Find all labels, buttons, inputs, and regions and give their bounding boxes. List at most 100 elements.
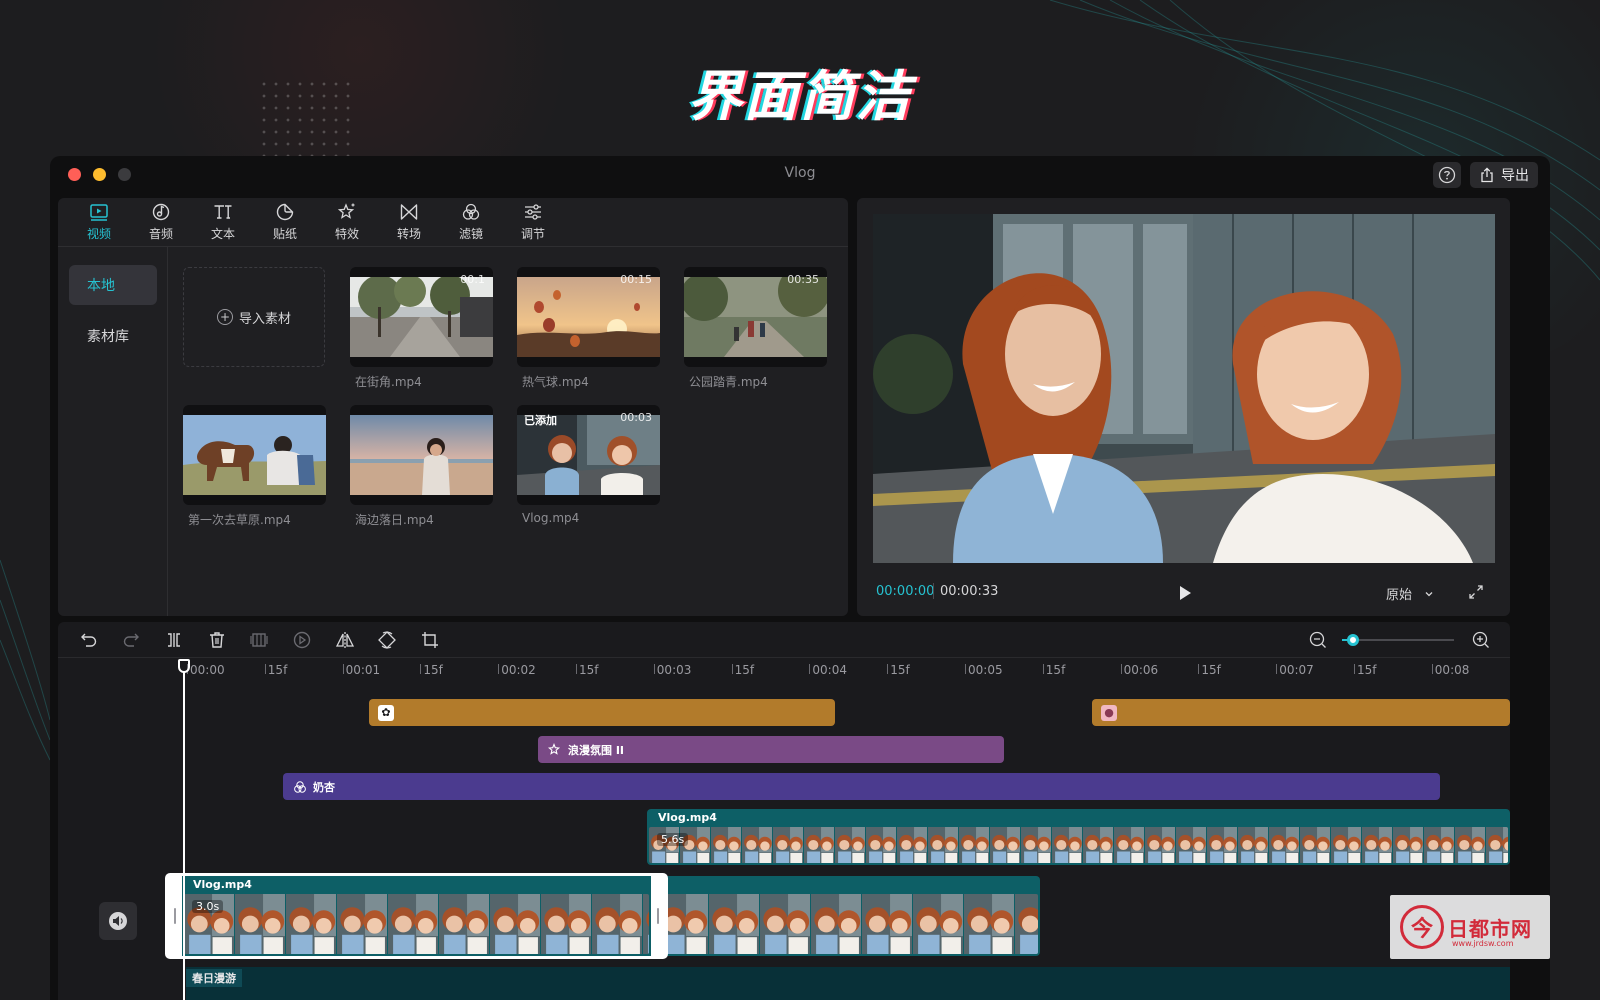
- zoom-slider-knob[interactable]: [1347, 634, 1360, 646]
- media-name: Vlog.mp4: [522, 511, 580, 525]
- app-window: Vlog 导出 视频 音频 文本 贴纸 特效 转场 滤镜 调节 本地 素材库 +…: [50, 156, 1550, 1000]
- timeline-ruler[interactable]: 00:00 15f 00:01 15f 00:02 15f 00:03 15f 00:04 15f…: [58, 659, 1510, 681]
- media-thumbnail: 00:35: [684, 267, 827, 367]
- export-button[interactable]: 导出: [1470, 162, 1538, 188]
- preview-frame-image: [873, 214, 1495, 563]
- filmstrip-frames: [184, 894, 649, 954]
- sparkle-star-icon: [548, 742, 561, 755]
- media-item[interactable]: 海边落日.mp4: [350, 405, 493, 528]
- preview-video: [873, 214, 1495, 563]
- ruler-label: 15f: [1357, 663, 1377, 677]
- filmstrip-frame: [709, 894, 760, 954]
- zoom-out-button[interactable]: [1308, 630, 1328, 650]
- ruler-label: 15f: [734, 663, 755, 677]
- rotate-button[interactable]: [377, 630, 397, 650]
- freeze-frame-button[interactable]: [249, 630, 269, 650]
- ruler-tick: [342, 664, 344, 674]
- filmstrip-frame: [592, 894, 643, 954]
- nav-local[interactable]: 本地: [69, 265, 157, 305]
- watermark-text: 日都市网: [1448, 916, 1532, 941]
- help-button[interactable]: [1433, 162, 1461, 188]
- delete-button[interactable]: [207, 630, 227, 650]
- sticker-clip[interactable]: ●: [1092, 699, 1510, 726]
- ruler-tick: [1198, 664, 1200, 674]
- time-separator: [933, 583, 934, 599]
- play-icon[interactable]: [1175, 583, 1195, 603]
- media-item[interactable]: 第一次去草原.mp4: [183, 405, 326, 528]
- playhead-handle[interactable]: [178, 659, 190, 673]
- media-item[interactable]: 00:35 公园踏青.mp4: [684, 267, 827, 390]
- filmstrip-frame: [835, 827, 866, 863]
- media-duration: 00:1: [460, 273, 485, 286]
- reverse-button[interactable]: [292, 630, 312, 650]
- tab-filter-label: 滤镜: [458, 227, 483, 241]
- tab-effects[interactable]: 特效: [316, 198, 378, 246]
- tab-filter[interactable]: 滤镜: [440, 198, 502, 246]
- aspect-ratio-value: 原始: [1386, 588, 1413, 603]
- current-time: 00:00:00: [876, 584, 935, 599]
- trim-handle-left[interactable]: [168, 876, 182, 956]
- ruler-tick: [576, 664, 577, 674]
- trim-handle-right[interactable]: [651, 876, 665, 956]
- filmstrip-frame: [1424, 827, 1455, 863]
- watermark-logo: 今: [1400, 905, 1444, 949]
- redo-icon: [123, 633, 139, 647]
- media-item[interactable]: 00:15 热气球.mp4: [517, 267, 660, 390]
- tool-tabs: 视频 音频 文本 贴纸 特效 转场 滤镜 调节: [58, 198, 564, 246]
- split-button[interactable]: [164, 630, 184, 650]
- ruler-tick: [809, 664, 811, 674]
- import-media-button[interactable]: + 导入素材: [183, 267, 325, 367]
- filmstrip-frame: [286, 894, 337, 954]
- filmstrip-frame: [1238, 827, 1269, 863]
- tab-sticker[interactable]: 贴纸: [254, 198, 316, 246]
- video-icon: [90, 204, 108, 221]
- tab-adjust[interactable]: 调节: [502, 198, 564, 246]
- overlay-video-clip[interactable]: Vlog.mp4 5.6s: [647, 809, 1510, 865]
- tab-transition[interactable]: 转场: [378, 198, 440, 246]
- track-mute-button[interactable]: [99, 902, 137, 940]
- filmstrip-frame: [811, 894, 862, 954]
- filmstrip-frame: [1176, 827, 1207, 863]
- effect-clip[interactable]: 浪漫氛围 II: [538, 736, 1004, 763]
- media-item[interactable]: 00:1 在街角.mp4: [350, 267, 493, 390]
- tab-effects-label: 特效: [334, 227, 359, 241]
- tabs-divider: [58, 246, 848, 247]
- ruler-label: 00:00: [190, 663, 225, 677]
- filter-circles-icon: [462, 203, 480, 220]
- mirror-button[interactable]: [335, 630, 355, 650]
- tab-audio[interactable]: 音频: [130, 198, 192, 246]
- undo-button[interactable]: [79, 630, 99, 650]
- tab-video[interactable]: 视频: [68, 198, 130, 246]
- ruler-label: 00:02: [501, 663, 536, 677]
- fullscreen-icon[interactable]: [1468, 584, 1484, 600]
- zoom-in-button[interactable]: [1471, 630, 1491, 650]
- tab-text[interactable]: 文本: [192, 198, 254, 246]
- media-thumbnail: [350, 405, 493, 505]
- ruler-label: 00:05: [968, 663, 1003, 677]
- media-duration: 00:03: [620, 411, 652, 424]
- main-clip-name: Vlog.mp4: [193, 878, 252, 891]
- ruler-label: 00:08: [1434, 663, 1470, 677]
- media-thumbnail: [183, 405, 326, 505]
- filmstrip-frame: [490, 894, 541, 954]
- media-name: 在街角.mp4: [355, 375, 422, 389]
- ruler-label: 15f: [267, 663, 288, 677]
- music-track[interactable]: 春日漫游: [186, 967, 1510, 1000]
- media-duration: 00:35: [787, 273, 819, 286]
- media-name: 第一次去草原.mp4: [188, 513, 291, 527]
- aspect-ratio-select[interactable]: 原始: [1386, 584, 1434, 603]
- media-thumbnail: 00:1: [350, 267, 493, 367]
- media-source-nav: 本地 素材库: [58, 247, 168, 616]
- zoom-slider[interactable]: [1342, 634, 1454, 646]
- nav-material-library[interactable]: 素材库: [69, 316, 157, 356]
- filmstrip-frames: [649, 827, 1508, 863]
- main-video-clip-continuation[interactable]: [656, 876, 1040, 956]
- filter-clip[interactable]: 奶杏: [283, 773, 1440, 800]
- rotate-icon: [378, 631, 396, 649]
- sticker-clip[interactable]: ✿: [369, 699, 835, 726]
- filmstrip-frame: [897, 827, 928, 863]
- redo-button[interactable]: [121, 630, 141, 650]
- media-item[interactable]: 已添加 00:03 Vlog.mp4: [517, 405, 660, 525]
- crop-button[interactable]: [420, 630, 440, 650]
- selected-video-clip[interactable]: Vlog.mp4 3.0s: [165, 873, 668, 959]
